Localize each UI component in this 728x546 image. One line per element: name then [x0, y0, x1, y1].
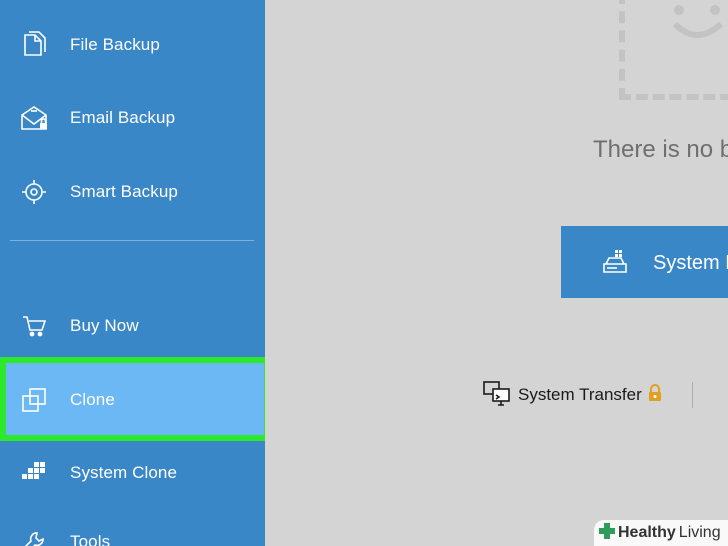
healthy-living-watermark: Healthy Living	[594, 520, 728, 546]
sidebar-item-label: Buy Now	[70, 316, 139, 335]
sidebar: File Backup Email Backup Smart Backup Bu…	[0, 0, 265, 546]
sidebar-item-label: Clone	[70, 390, 115, 409]
sidebar-item-smart-backup[interactable]: Smart Backup	[0, 162, 265, 222]
clone-icon	[18, 384, 50, 416]
sidebar-item-label: Smart Backup	[70, 182, 178, 201]
lock-icon	[648, 383, 662, 407]
smart-backup-icon	[18, 176, 50, 208]
system-transfer-button[interactable]: System Transfer	[482, 380, 662, 410]
sidebar-item-label: Tools	[70, 532, 111, 546]
smiley-face-icon	[672, 5, 724, 38]
system-backup-button[interactable]: System B	[561, 226, 728, 298]
sidebar-item-system-clone[interactable]: System Clone	[0, 443, 265, 503]
system-clone-icon	[18, 457, 50, 489]
system-transfer-label: System Transfer	[518, 385, 642, 404]
sidebar-item-email-backup[interactable]: Email Backup	[0, 88, 265, 148]
sidebar-item-label: System Clone	[70, 463, 178, 482]
sidebar-item-label: Email Backup	[70, 108, 176, 127]
sidebar-item-file-backup[interactable]: File Backup	[0, 15, 265, 75]
sidebar-item-clone[interactable]: Clone	[0, 363, 265, 437]
tools-icon	[18, 526, 50, 546]
empty-placeholder-frame	[619, 0, 728, 100]
watermark-brand-rest: Living	[678, 524, 721, 541]
sidebar-item-buy-now[interactable]: Buy Now	[0, 296, 265, 356]
file-backup-icon	[18, 29, 50, 61]
vertical-separator	[692, 382, 693, 408]
plus-logo-icon	[598, 522, 616, 545]
system-backup-icon	[601, 248, 629, 281]
sidebar-item-label: File Backup	[70, 35, 160, 54]
empty-state-text: There is no b	[593, 136, 728, 163]
sidebar-divider	[10, 240, 254, 241]
email-backup-icon	[18, 102, 50, 134]
system-backup-label: System B	[653, 252, 728, 274]
sidebar-item-tools[interactable]: Tools	[0, 512, 265, 546]
system-transfer-icon	[482, 379, 512, 412]
cart-icon	[18, 310, 50, 342]
watermark-brand-bold: Healthy	[618, 524, 676, 541]
